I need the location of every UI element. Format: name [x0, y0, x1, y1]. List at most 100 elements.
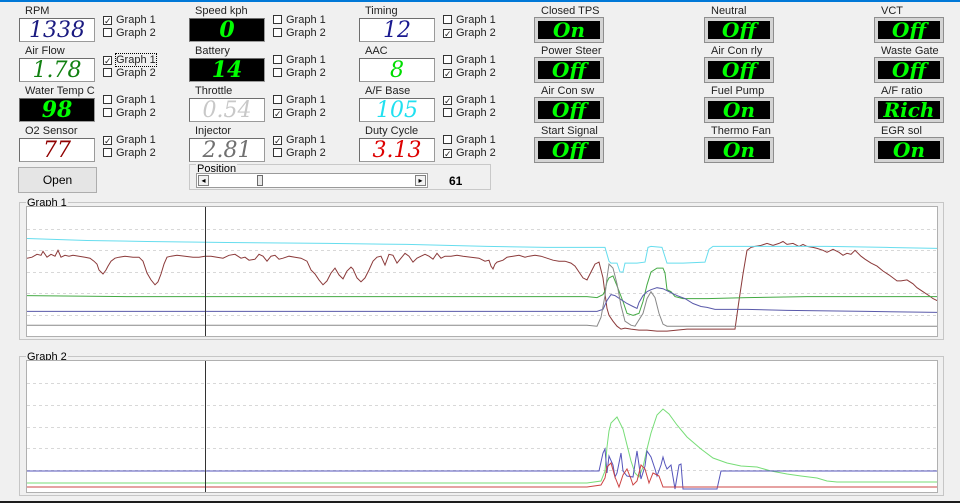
graph2-plot[interactable] — [26, 360, 938, 493]
status-label: Waste Gate — [881, 45, 939, 57]
graph1-checkbox[interactable]: ✓ Graph 1 — [103, 53, 157, 67]
status-value-display: Off — [534, 97, 604, 123]
graph1-checkbox[interactable]: Graph 1 — [443, 54, 496, 66]
position-scrollbar[interactable]: ◂ ▸ — [196, 173, 428, 188]
position-value: 61 — [449, 174, 463, 188]
checkbox-icon — [103, 28, 112, 37]
gauge-label: Speed kph — [195, 5, 248, 17]
checkbox-icon — [443, 55, 452, 64]
graph2-checkbox[interactable]: ✓ Graph 2 — [443, 27, 496, 39]
gauge-value-display: 1338 — [19, 18, 95, 42]
graph2-checkbox[interactable]: Graph 2 — [103, 147, 156, 159]
window-top-border — [0, 0, 960, 2]
graph1-checkbox[interactable]: ✓ Graph 1 — [103, 134, 156, 146]
graph2-checkbox[interactable]: ✓ Graph 2 — [443, 147, 496, 159]
status-label: Closed TPS — [541, 5, 600, 17]
status-value-display: Off — [874, 17, 944, 43]
checkbox-icon: ✓ — [443, 69, 452, 79]
gauge-label: RPM — [25, 5, 50, 17]
gauge-value-display: 1.78 — [19, 58, 95, 82]
graph1-checkbox[interactable]: Graph 1 — [273, 14, 326, 26]
graph2-checkbox[interactable]: Graph 2 — [273, 27, 326, 39]
checkbox-icon: ✓ — [443, 149, 452, 159]
scroll-right-arrow-icon[interactable]: ▸ — [415, 175, 426, 186]
graph1-series-4 — [27, 287, 937, 313]
status-value-display: Off — [874, 57, 944, 83]
checkbox-icon — [443, 108, 452, 117]
graph1-checkbox[interactable]: ✓ Graph 1 — [443, 94, 496, 106]
graph1-frame: Graph 1 — [19, 197, 944, 340]
graph2-checkbox[interactable]: Graph 2 — [103, 27, 156, 39]
checkbox-icon — [273, 55, 282, 64]
status-label: Thermo Fan — [711, 125, 771, 137]
checkbox-icon — [443, 15, 452, 24]
position-group: Position ◂ ▸ 61 — [189, 163, 491, 190]
graph2-checkbox[interactable]: Graph 2 — [273, 147, 326, 159]
checkbox-icon — [103, 68, 112, 77]
graph2-checkbox[interactable]: ✓ Graph 2 — [443, 67, 496, 79]
gauge-label: Battery — [195, 45, 230, 57]
status-value-display: Rich — [874, 97, 944, 123]
checkbox-icon — [103, 95, 112, 104]
status-value-display: Off — [704, 17, 774, 43]
gauge-value-display: 0.54 — [189, 98, 265, 122]
scroll-thumb[interactable] — [257, 175, 263, 186]
graph1-checkbox[interactable]: ✓ Graph 1 — [273, 134, 326, 146]
graph2-checkbox[interactable]: Graph 2 — [443, 107, 496, 119]
graph2-checkbox[interactable]: Graph 2 — [103, 67, 156, 79]
status-label: VCT — [881, 5, 903, 17]
checkbox-icon — [103, 148, 112, 157]
status-label: EGR sol — [881, 125, 922, 137]
status-value-display: Off — [534, 57, 604, 83]
status-value-display: Off — [534, 137, 604, 163]
gauge-value-display: 8 — [359, 58, 435, 82]
graph1-svg — [27, 207, 937, 336]
open-button[interactable]: Open — [18, 167, 97, 193]
gauge-label: A/F Base — [365, 85, 411, 97]
graph1-series-3 — [27, 267, 937, 316]
graph1-checkbox[interactable]: ✓ Graph 1 — [103, 14, 156, 26]
status-label: A/F ratio — [881, 85, 923, 97]
graph2-frame: Graph 2 — [19, 351, 944, 496]
graph2-checkbox[interactable]: Graph 2 — [273, 67, 326, 79]
graph1-checkbox[interactable]: Graph 1 — [273, 54, 326, 66]
checkbox-icon — [273, 148, 282, 157]
graph1-checkbox[interactable]: Graph 1 — [443, 134, 496, 146]
checkbox-icon: ✓ — [103, 136, 112, 146]
graph1-plot[interactable] — [26, 206, 938, 337]
graph2-svg — [27, 361, 937, 492]
gauge-label: O2 Sensor — [25, 125, 78, 137]
scroll-left-arrow-icon[interactable]: ◂ — [198, 175, 209, 186]
checkbox-icon — [273, 28, 282, 37]
status-value-display: On — [704, 97, 774, 123]
graph2-series-1 — [27, 408, 937, 484]
checkbox-icon: ✓ — [443, 29, 452, 39]
checkbox-icon: ✓ — [273, 136, 282, 146]
graph1-checkbox[interactable]: Graph 1 — [443, 14, 496, 26]
gauge-value-display: 14 — [189, 58, 265, 82]
checkbox-icon: ✓ — [273, 109, 282, 119]
gauge-value-display: 12 — [359, 18, 435, 42]
checkbox-icon — [273, 15, 282, 24]
gauge-label: Water Temp C — [25, 85, 95, 97]
checkbox-icon — [103, 108, 112, 117]
checkbox-icon — [273, 95, 282, 104]
gauge-value-display: 0 — [189, 18, 265, 42]
status-label: Start Signal — [541, 125, 598, 137]
status-label: Fuel Pump — [711, 85, 765, 97]
graph1-checkbox[interactable]: Graph 1 — [273, 94, 326, 106]
gauge-value-display: 98 — [19, 98, 95, 122]
gauge-value-display: 2.81 — [189, 138, 265, 162]
graph2-checkbox[interactable]: Graph 2 — [103, 107, 156, 119]
status-value-display: On — [704, 137, 774, 163]
gauge-label: Air Flow — [25, 45, 65, 57]
gauge-label: Throttle — [195, 85, 233, 97]
status-label: Neutral — [711, 5, 747, 17]
gauge-label: Timing — [365, 5, 398, 17]
gauge-label: AAC — [365, 45, 388, 57]
graph1-checkbox[interactable]: Graph 1 — [103, 94, 156, 106]
graph1-series-5 — [27, 263, 937, 327]
status-label: Air Con sw — [541, 85, 595, 97]
graph2-checkbox[interactable]: ✓ Graph 2 — [273, 107, 326, 119]
checkbox-icon — [443, 135, 452, 144]
